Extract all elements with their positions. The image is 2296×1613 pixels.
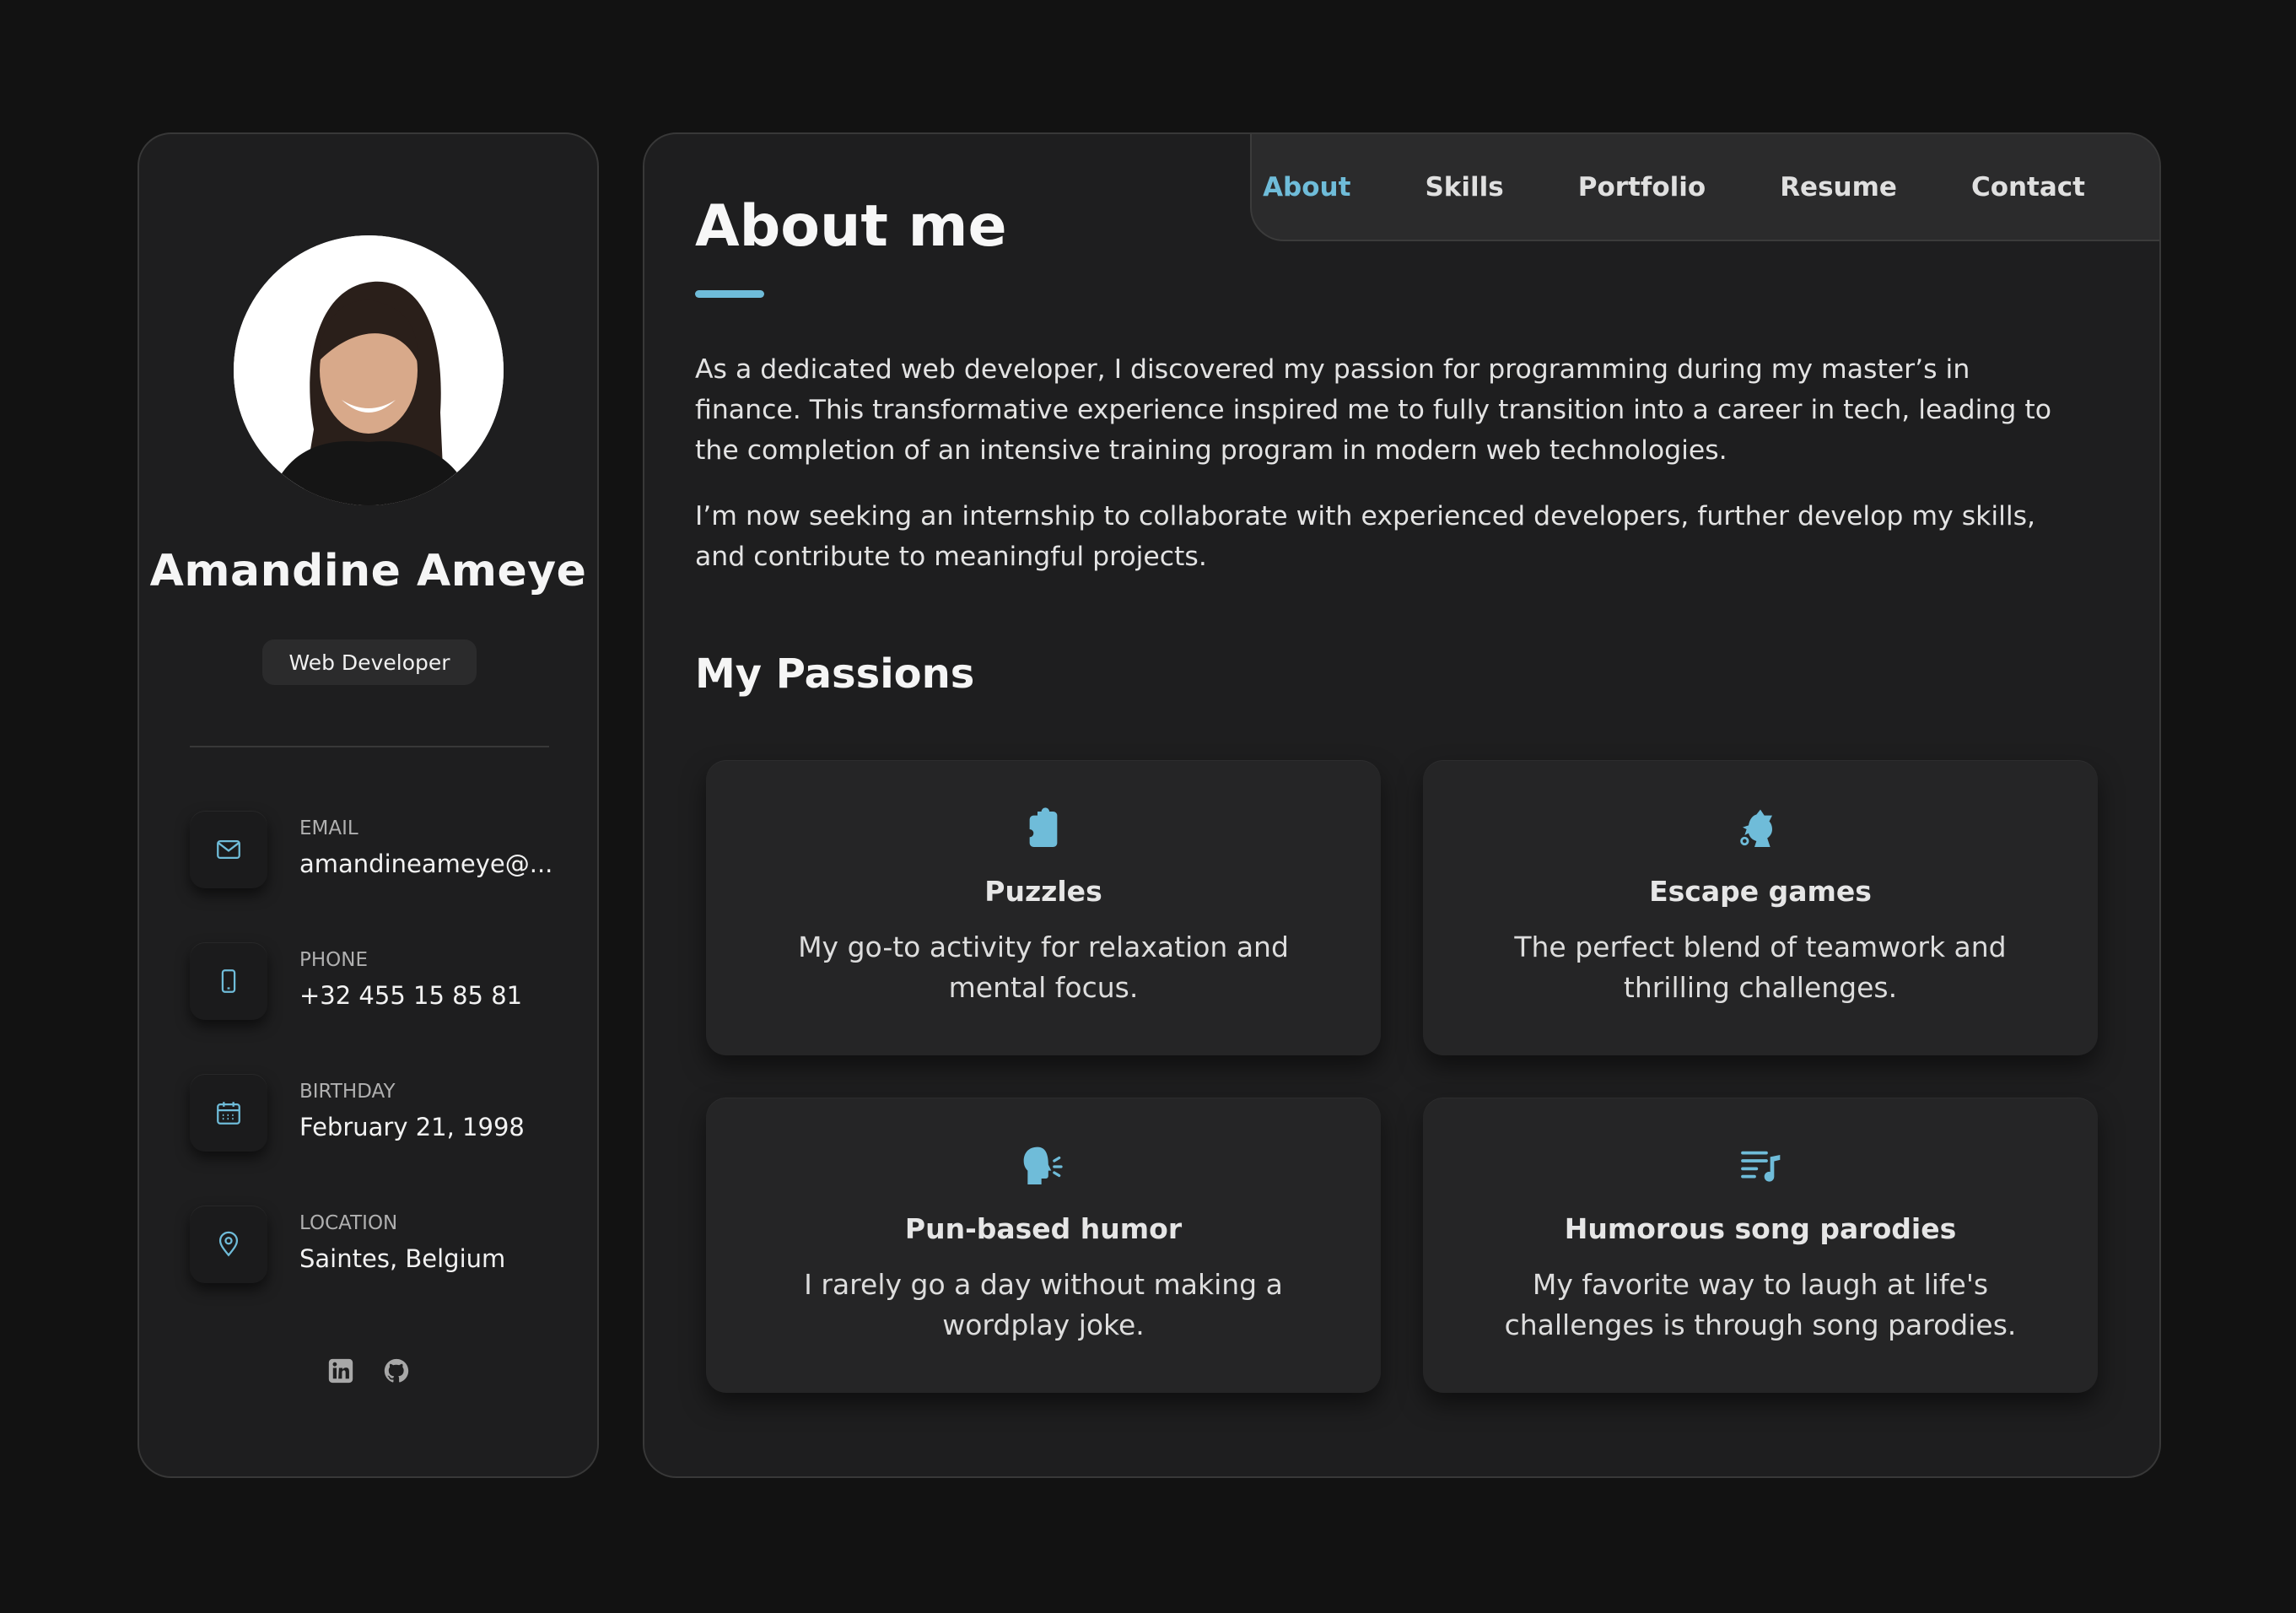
social-links bbox=[139, 1356, 597, 1386]
nav-portfolio[interactable]: Portfolio bbox=[1578, 172, 1706, 202]
passion-title: Pun-based humor bbox=[904, 1212, 1183, 1245]
mail-icon bbox=[190, 811, 267, 888]
passions-title: My Passions bbox=[695, 650, 975, 698]
contact-label: BIRTHDAY bbox=[299, 1081, 396, 1103]
email-link[interactable]: amandineameye@... bbox=[299, 850, 552, 878]
about-paragraph: As a dedicated web developer, I discover… bbox=[695, 354, 2051, 466]
nav-resume[interactable]: Resume bbox=[1780, 172, 1897, 202]
avatar bbox=[234, 235, 504, 505]
location-pin-icon bbox=[190, 1206, 267, 1283]
nav-about[interactable]: About bbox=[1263, 172, 1350, 202]
nav-skills[interactable]: Skills bbox=[1425, 172, 1503, 202]
passion-description: The perfect blend of teamwork and thrill… bbox=[1514, 931, 2007, 1004]
passion-card-song-parodies: Humorous song parodies My favorite way t… bbox=[1423, 1098, 2098, 1393]
passion-card-pun-humor: Pun-based humor I rarely go a day withou… bbox=[706, 1098, 1381, 1393]
passion-title: Humorous song parodies bbox=[1564, 1212, 1957, 1245]
nav-contact[interactable]: Contact bbox=[1971, 172, 2085, 202]
title-underline bbox=[695, 290, 764, 298]
phone-icon bbox=[190, 942, 267, 1020]
linkedin-icon[interactable] bbox=[326, 1356, 356, 1386]
speaking-head-icon bbox=[706, 1143, 1381, 1190]
puzzle-piece-icon bbox=[706, 806, 1381, 853]
passion-title: Puzzles bbox=[984, 875, 1102, 908]
passion-card-puzzles: Puzzles My go-to activity for relaxation… bbox=[706, 760, 1381, 1055]
contact-label: PHONE bbox=[299, 949, 369, 971]
contact-birthday: BIRTHDAY February 21, 1998 bbox=[190, 1072, 561, 1157]
profile-sidebar: Amandine Ameye Web Developer EMAIL amand… bbox=[137, 132, 599, 1478]
sidebar-divider bbox=[190, 746, 549, 747]
birthday-value: February 21, 1998 bbox=[299, 1113, 525, 1141]
passion-description: My go-to activity for relaxation and men… bbox=[798, 931, 1289, 1004]
contact-email: EMAIL amandineameye@... bbox=[190, 809, 561, 893]
profile-name: Amandine Ameye bbox=[149, 546, 587, 596]
navbar: About Skills Portfolio Resume Contact bbox=[1250, 134, 2159, 241]
contact-label: LOCATION bbox=[299, 1212, 398, 1234]
main-panel: About Skills Portfolio Resume Contact Ab… bbox=[643, 132, 2161, 1478]
calendar-icon bbox=[190, 1074, 267, 1152]
page-title: About me bbox=[695, 193, 1007, 260]
passion-description: I rarely go a day without making a wordp… bbox=[804, 1268, 1283, 1341]
passion-description: My favorite way to laugh at life's chall… bbox=[1504, 1268, 2017, 1341]
about-text: As a dedicated web developer, I discover… bbox=[695, 349, 2078, 602]
passion-title: Escape games bbox=[1649, 875, 1872, 908]
github-icon[interactable] bbox=[381, 1356, 412, 1386]
passion-card-escape-games: Escape games The perfect blend of teamwo… bbox=[1423, 760, 2098, 1055]
contact-phone: PHONE +32 455 15 85 81 bbox=[190, 941, 561, 1025]
phone-link[interactable]: +32 455 15 85 81 bbox=[299, 981, 522, 1010]
about-paragraph: I’m now seeking an internship to collabo… bbox=[695, 501, 2036, 572]
avatar-photo bbox=[234, 235, 504, 505]
contact-location: LOCATION Saintes, Belgium bbox=[190, 1204, 561, 1288]
role-badge: Web Developer bbox=[262, 639, 477, 685]
contact-label: EMAIL bbox=[299, 817, 358, 839]
music-list-icon bbox=[1423, 1143, 2098, 1190]
location-value: Saintes, Belgium bbox=[299, 1244, 506, 1273]
detective-icon bbox=[1423, 806, 2098, 853]
